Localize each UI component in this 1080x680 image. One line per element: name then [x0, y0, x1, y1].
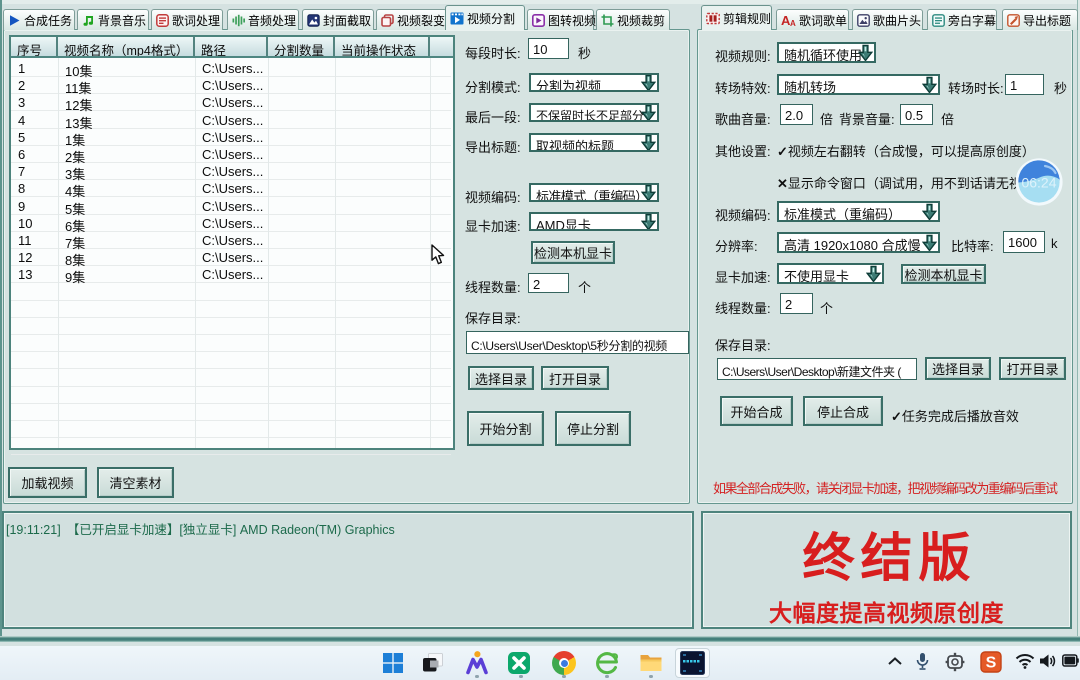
svg-text:S: S	[986, 655, 997, 672]
svg-text:06:24: 06:24	[1021, 175, 1056, 191]
svg-text:A: A	[790, 19, 796, 27]
